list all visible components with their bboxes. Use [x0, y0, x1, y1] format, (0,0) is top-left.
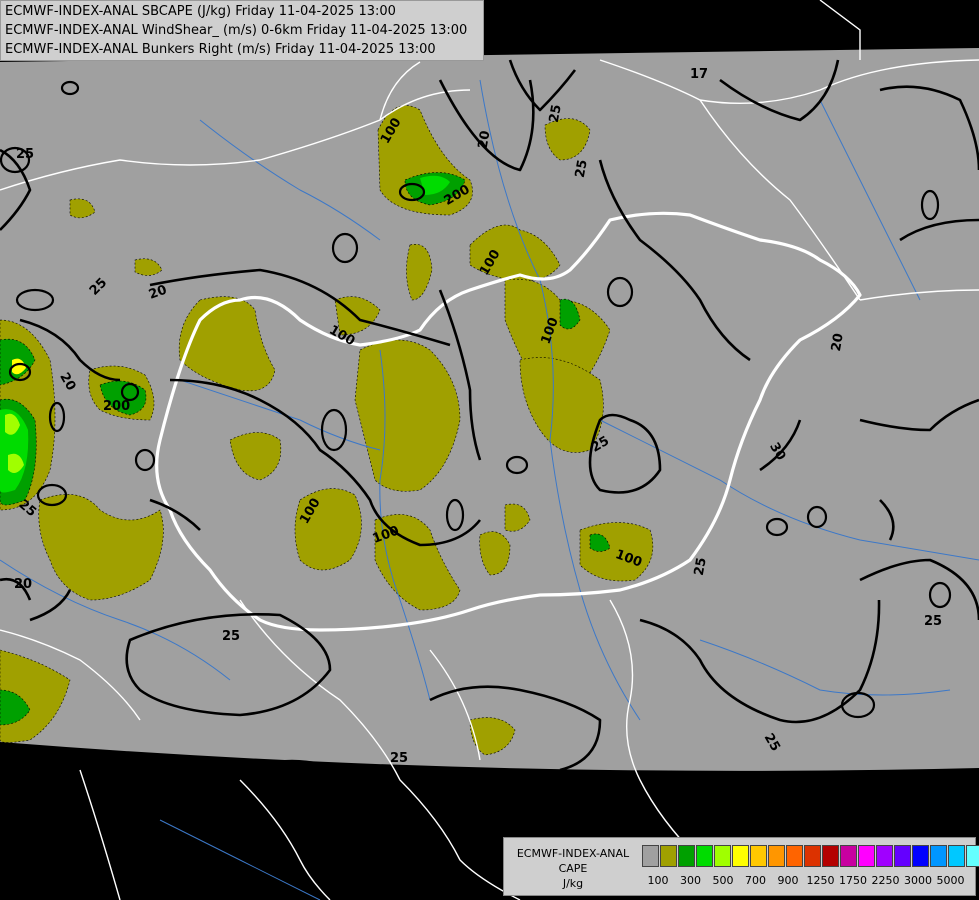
cape-legend: ECMWF-INDEX-ANAL CAPE J/kg 100 300 500 700 9…	[503, 837, 979, 896]
title-line-sbcape: ECMWF-INDEX-ANAL SBCAPE (J/kg) Friday 11…	[5, 4, 396, 19]
weather-map: 17 25 25 20 25 100 200 100 20 25 100 200…	[0, 0, 979, 900]
map-title-box: ECMWF-INDEX-ANAL SBCAPE (J/kg) Friday 11…	[0, 0, 484, 61]
legend-tick: 1750	[839, 874, 867, 887]
legend-tick: 3000	[904, 874, 932, 887]
legend-swatch	[696, 845, 713, 867]
contour-label: 25	[16, 147, 34, 162]
legend-swatch	[642, 845, 659, 867]
contour-label: 25	[547, 103, 565, 123]
legend-ticks: 100 300 500 700 900 1250 1750 2250 3000 5000	[642, 874, 972, 890]
title-line-windshear: ECMWF-INDEX-ANAL WindShear_ (m/s) 0-6km …	[5, 23, 468, 38]
legend-swatch	[786, 845, 803, 867]
contour-label: 25	[692, 556, 710, 576]
legend-tick: 2250	[871, 874, 900, 887]
legend-tick: 5000	[936, 874, 965, 887]
legend-swatch	[840, 845, 857, 867]
legend-tick: 700	[745, 874, 766, 887]
legend-tick: 500	[712, 874, 734, 887]
legend-swatch	[732, 845, 749, 867]
legend-parameter: CAPE	[558, 862, 588, 875]
legend-swatch	[876, 845, 893, 867]
legend-swatch	[930, 845, 947, 867]
legend-swatch	[714, 845, 731, 867]
legend-tick: 900	[777, 874, 799, 887]
legend-model: ECMWF-INDEX-ANAL	[516, 847, 630, 860]
contour-label: 25	[924, 614, 942, 629]
title-line-bunkers: ECMWF-INDEX-ANAL Bunkers Right (m/s) Fri…	[5, 42, 436, 57]
legend-swatch	[858, 845, 875, 867]
legend-unit: J/kg	[562, 877, 584, 890]
legend-swatch	[912, 845, 929, 867]
legend-swatch	[804, 845, 821, 867]
legend-tick: 300	[680, 874, 701, 887]
contour-label: 25	[573, 159, 591, 179]
legend-swatch	[966, 845, 979, 867]
legend-tick: 1250	[806, 874, 835, 887]
contour-label: 25	[222, 629, 240, 644]
legend-swatch	[660, 845, 677, 867]
contour-label: 20	[476, 130, 494, 150]
legend-tick: 100	[647, 874, 669, 887]
legend-label: ECMWF-INDEX-ANAL CAPE J/kg	[508, 846, 638, 891]
contour-label: 25	[390, 751, 408, 766]
legend-swatch	[822, 845, 839, 867]
contour-label: 17	[690, 67, 708, 82]
legend-swatch	[894, 845, 911, 867]
contour-label: 20	[14, 577, 32, 592]
contour-label: 200	[103, 399, 130, 414]
legend-swatch	[948, 845, 965, 867]
legend-swatch	[678, 845, 695, 867]
legend-swatch	[750, 845, 767, 867]
contour-label: 20	[829, 332, 847, 352]
legend-swatch	[768, 845, 785, 867]
legend-swatches	[642, 845, 979, 867]
